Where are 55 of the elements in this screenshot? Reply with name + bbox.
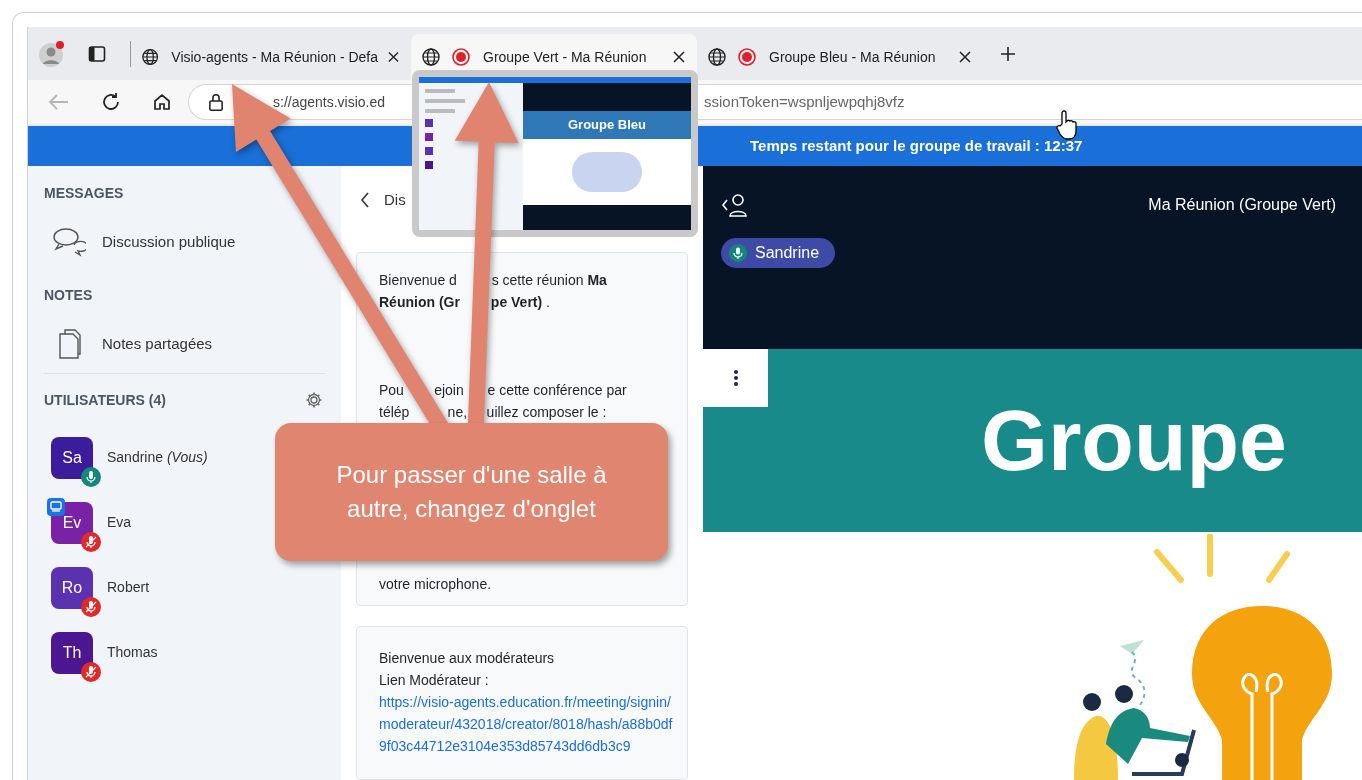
callout-text: Pour passer d'une salle à autre, changez d'onglet <box>335 460 608 524</box>
globe-icon <box>707 47 727 67</box>
chat-bubbles-icon <box>52 225 86 259</box>
tab-actions-icon[interactable] <box>88 44 106 63</box>
avatar-initials: Sa <box>62 447 82 468</box>
meeting-title: Ma Réunion (Groupe Vert) <box>1148 195 1336 215</box>
back-chevron-icon[interactable] <box>360 192 370 208</box>
user-list-toggle-icon[interactable] <box>721 192 749 218</box>
chat-header-title: Dis <box>384 189 406 210</box>
user-row[interactable]: Ev Eva <box>44 488 142 553</box>
chat-message-text: Bienvenue aux modérateurs <box>379 649 555 668</box>
avatar-initials: Ro <box>61 577 83 598</box>
slide-title: Groupe <box>981 390 1287 490</box>
browser-tab[interactable]: Groupe Bleu - Ma Réunion <box>697 34 983 80</box>
chat-message-text: Bienvenue d <box>379 271 457 290</box>
chat-message-text: télép <box>379 403 410 422</box>
speaker-name: Sandrine <box>755 243 820 263</box>
close-icon[interactable] <box>673 51 685 63</box>
user-row[interactable]: Th Thomas <box>44 618 168 683</box>
settings-icon[interactable] <box>305 391 323 409</box>
reload-icon[interactable] <box>100 91 122 113</box>
chat-message-text: e cette conférence par <box>487 381 627 400</box>
chat-message-text: Pou <box>379 381 404 400</box>
microphone-icon <box>729 244 747 262</box>
chat-message-text: ne, <box>447 403 468 422</box>
home-icon[interactable] <box>152 92 172 112</box>
browser-tab[interactable]: Visio-agents - Ma Réunion - Defa <box>131 34 411 80</box>
url-text: s://agents.visio.ed <box>273 92 386 112</box>
section-title: NOTES <box>44 285 93 305</box>
user-row[interactable]: Ro Robert <box>44 553 160 618</box>
lock-icon <box>209 93 223 111</box>
avatar-initials: Th <box>62 642 82 663</box>
globe-icon <box>141 47 160 67</box>
chat-message-text: votre microphone. <box>379 575 492 594</box>
section-title: MESSAGES <box>44 183 124 203</box>
globe-icon <box>421 47 441 67</box>
avatar-initials: Ev <box>62 512 82 533</box>
section-title: UTILISATEURS (4) <box>44 390 166 410</box>
timer-text: Temps restant pour le groupe de travail : 12:37 <box>750 135 1083 156</box>
sidebar-item[interactable]: Discussion publique <box>44 213 246 271</box>
moderator-link[interactable]: https://visio-agents.education.fr/meeting/signin/moderateur/432018/creator/8018/hash/a88b0df9f03c44712e3104e353d85743dd6db3c9 <box>379 691 675 757</box>
chat-message-text: pe Vert) . <box>490 293 550 312</box>
chat-message-text: Réunion (Gr <box>379 293 460 312</box>
chat-message-text: s cette réunion Ma <box>491 271 607 290</box>
new-tab-icon[interactable] <box>999 44 1017 63</box>
user-row[interactable]: Sa Sandrine (Vous) <box>44 423 218 488</box>
profile-icon[interactable] <box>38 39 66 68</box>
sidebar-item[interactable]: Notes partagées <box>44 315 223 373</box>
close-icon[interactable] <box>388 51 399 63</box>
more-options-icon[interactable] <box>732 369 739 387</box>
url-text: ssionToken=wspnljewpqhj8vfz <box>704 91 905 112</box>
chat-message-text: uillez composer le : <box>486 403 607 422</box>
chat-message-text: ejoin <box>434 381 464 400</box>
close-icon[interactable] <box>959 51 971 63</box>
chat-message-text: Lien Modérateur : <box>379 671 489 690</box>
